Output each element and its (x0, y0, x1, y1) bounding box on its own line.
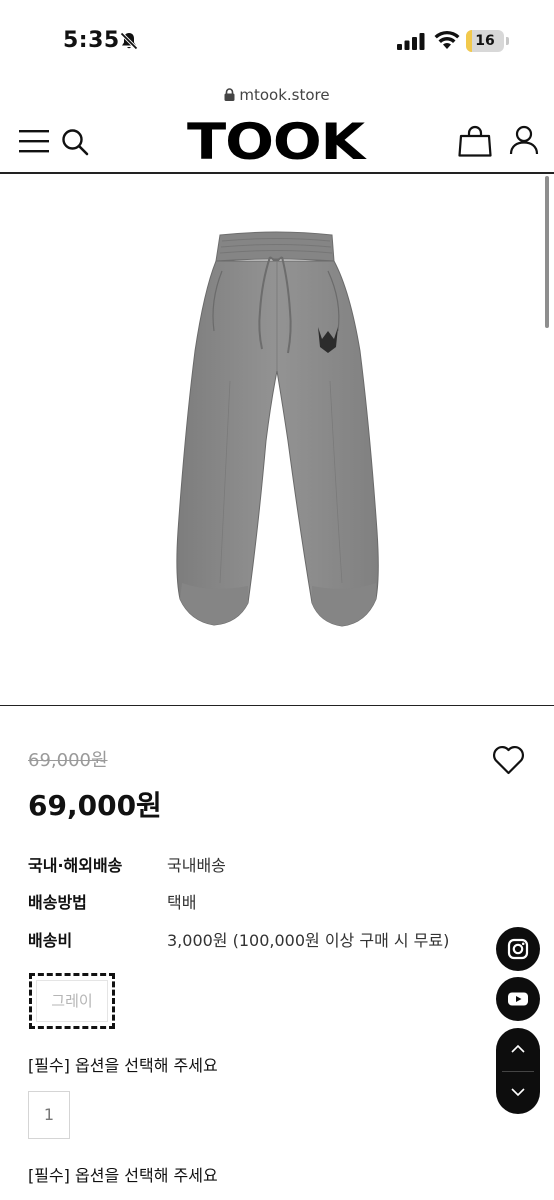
youtube-button[interactable] (496, 977, 540, 1021)
cellular-signal-icon (397, 33, 425, 50)
shipping-fee-row: 배송비 3,000원 (100,000원 이상 구매 시 무료) (28, 927, 488, 951)
instagram-button[interactable] (496, 927, 540, 971)
quantity-input[interactable]: 1 (28, 1091, 70, 1139)
bell-slash-icon (120, 32, 138, 50)
instagram-icon (507, 938, 529, 960)
scroll-top-button[interactable] (496, 1028, 540, 1071)
shipping-method-row: 배송방법 택배 (28, 889, 488, 913)
url-text: mtook.store (239, 86, 330, 104)
shopping-bag-icon[interactable] (458, 125, 492, 157)
chevron-up-icon (511, 1044, 525, 1053)
sweatpants-image (176, 231, 379, 627)
info-label: 배송비 (28, 931, 73, 950)
user-icon[interactable] (509, 125, 539, 155)
status-bar: 5:35 16 (0, 0, 554, 80)
option-required-text: [필수] 옵션을 선택해 주세요 (28, 1166, 218, 1185)
color-option-button[interactable]: 그레이 (29, 973, 115, 1029)
lock-icon (224, 88, 235, 101)
info-value: 3,000원 (100,000원 이상 구매 시 무료) (167, 931, 450, 950)
site-header: TOOK (0, 112, 554, 174)
battery-indicator: 16 (466, 30, 510, 52)
info-label: 국내·해외배송 (28, 856, 123, 875)
info-value: 국내배송 (167, 856, 226, 875)
page-scrollbar[interactable] (545, 176, 549, 328)
chevron-down-icon (511, 1088, 525, 1097)
status-time: 5:35 (63, 28, 120, 53)
product-image[interactable] (0, 176, 554, 706)
search-icon[interactable] (61, 128, 89, 156)
scroll-controls (496, 1028, 540, 1114)
color-option-label: 그레이 (36, 980, 108, 1022)
battery-level: 16 (475, 33, 495, 49)
sale-price: 69,000원 (28, 789, 162, 822)
address-bar[interactable]: mtook.store (0, 86, 554, 110)
menu-icon[interactable] (19, 128, 49, 154)
original-price: 69,000원 (28, 750, 108, 771)
scroll-bottom-button[interactable] (496, 1071, 540, 1114)
info-label: 배송방법 (28, 893, 87, 912)
option-required-text: [필수] 옵션을 선택해 주세요 (28, 1056, 218, 1075)
site-logo[interactable]: TOOK (187, 116, 365, 168)
wifi-icon (434, 30, 460, 49)
info-value: 택배 (167, 893, 197, 912)
youtube-icon (508, 992, 528, 1006)
heart-icon[interactable] (492, 745, 525, 775)
shipping-region-row: 국내·해외배송 국내배송 (28, 852, 488, 876)
